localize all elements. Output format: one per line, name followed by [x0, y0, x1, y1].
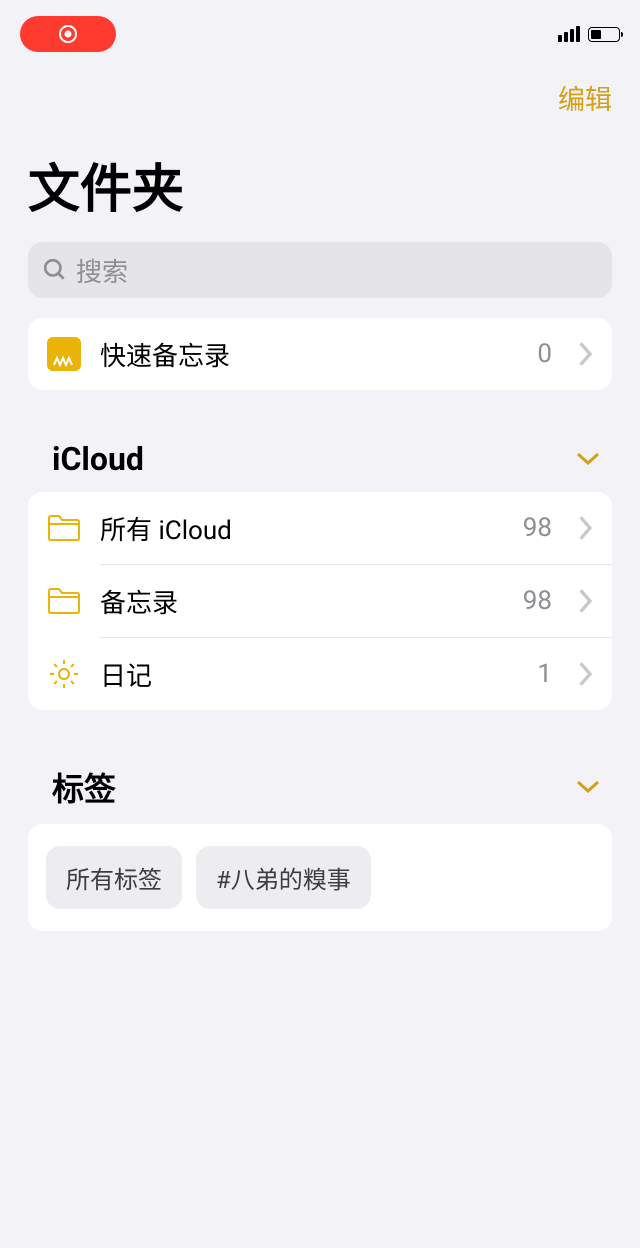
tag-chip-all[interactable]: 所有标签: [46, 846, 182, 909]
icloud-folders-list: 所有 iCloud 98 备忘录 98 日记 1: [28, 492, 612, 710]
signal-icon: [558, 26, 580, 42]
chevron-right-icon: [578, 589, 594, 613]
folder-count: 98: [523, 513, 552, 543]
folder-icon: [46, 583, 82, 619]
recording-icon: [59, 25, 77, 43]
search-placeholder: 搜索: [76, 252, 128, 289]
folder-label: 备忘录: [100, 583, 505, 620]
quick-note-label: 快速备忘录: [100, 336, 519, 373]
status-bar: [0, 0, 640, 54]
folder-label: 日记: [100, 656, 519, 693]
icloud-section-header[interactable]: iCloud: [0, 410, 640, 478]
chevron-right-icon: [578, 342, 594, 366]
icloud-title: iCloud: [52, 440, 144, 478]
tags-title: 标签: [52, 764, 116, 810]
tag-chip-1[interactable]: #八弟的糗事: [196, 846, 371, 909]
chevron-down-icon: [576, 452, 600, 466]
edit-button[interactable]: 编辑: [558, 78, 612, 117]
quick-note-icon: [46, 336, 82, 372]
tags-container: 所有标签 #八弟的糗事: [28, 824, 612, 931]
battery-icon: [588, 27, 620, 42]
folder-row-notes[interactable]: 备忘录 98: [28, 565, 612, 637]
quick-note-row[interactable]: 快速备忘录 0: [28, 318, 612, 390]
search-input[interactable]: 搜索: [28, 242, 612, 298]
folder-label: 所有 iCloud: [100, 510, 505, 547]
gear-icon: [46, 656, 82, 692]
chevron-right-icon: [578, 662, 594, 686]
quick-note-count: 0: [537, 339, 552, 369]
chevron-down-icon: [576, 780, 600, 794]
folder-count: 98: [523, 586, 552, 616]
nav-bar: 编辑: [0, 54, 640, 117]
folder-row-all-icloud[interactable]: 所有 iCloud 98: [28, 492, 612, 564]
chevron-right-icon: [578, 516, 594, 540]
folder-icon: [46, 510, 82, 546]
folder-row-diary[interactable]: 日记 1: [28, 638, 612, 710]
quick-note-card: 快速备忘录 0: [28, 318, 612, 390]
recording-indicator[interactable]: [20, 16, 116, 52]
status-right: [558, 26, 620, 42]
tags-section-header[interactable]: 标签: [0, 734, 640, 810]
page-title: 文件夹: [0, 117, 640, 232]
search-icon: [42, 257, 68, 283]
folder-count: 1: [537, 659, 552, 689]
